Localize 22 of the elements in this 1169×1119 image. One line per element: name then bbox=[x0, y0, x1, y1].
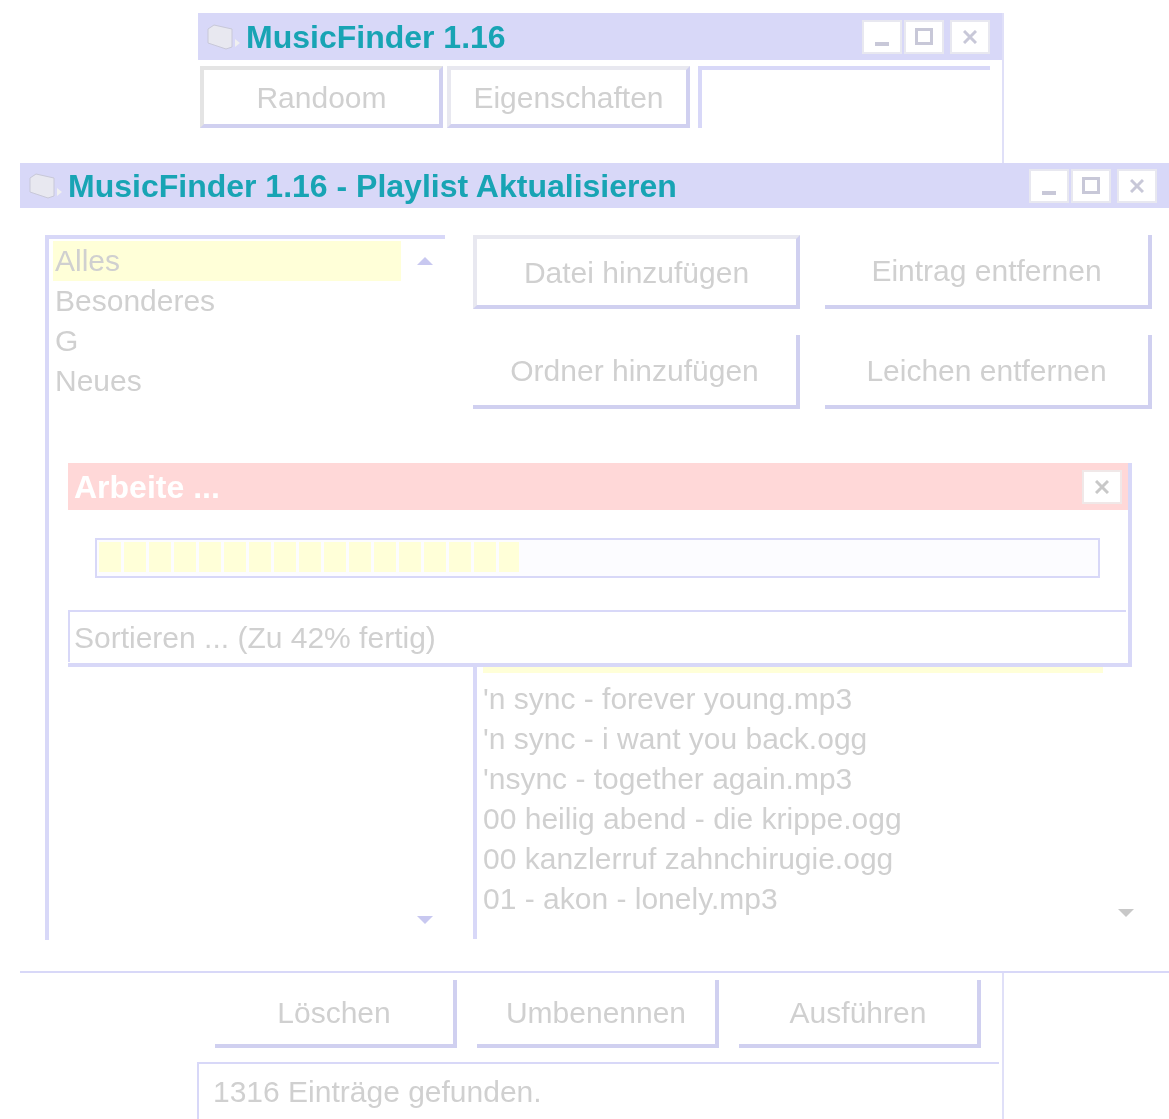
close-button[interactable] bbox=[1117, 168, 1157, 203]
maximize-button[interactable] bbox=[1071, 168, 1111, 203]
scroll-up-arrow-icon bbox=[417, 257, 433, 265]
scroll-down-arrow-icon bbox=[417, 916, 433, 924]
minimize-button[interactable] bbox=[1029, 168, 1069, 203]
maximize-icon bbox=[915, 28, 933, 45]
text-field[interactable] bbox=[698, 66, 990, 128]
window-title: MusicFinder 1.16 bbox=[246, 17, 506, 57]
close-button[interactable] bbox=[950, 19, 990, 54]
window-icon bbox=[206, 22, 242, 51]
close-icon bbox=[1095, 479, 1109, 494]
maximize-button[interactable] bbox=[904, 19, 944, 54]
window-title: MusicFinder 1.16 - Playlist Aktualisieren bbox=[68, 166, 677, 206]
minimize-icon bbox=[875, 41, 889, 46]
close-icon bbox=[963, 29, 977, 44]
window-icon bbox=[28, 171, 64, 200]
minimize-button[interactable] bbox=[862, 19, 902, 54]
close-button[interactable] bbox=[1082, 469, 1122, 504]
scroll-down-arrow-icon bbox=[1118, 909, 1134, 917]
maximize-icon bbox=[1082, 177, 1100, 194]
minimize-icon bbox=[1042, 190, 1056, 195]
close-icon bbox=[1130, 178, 1144, 193]
